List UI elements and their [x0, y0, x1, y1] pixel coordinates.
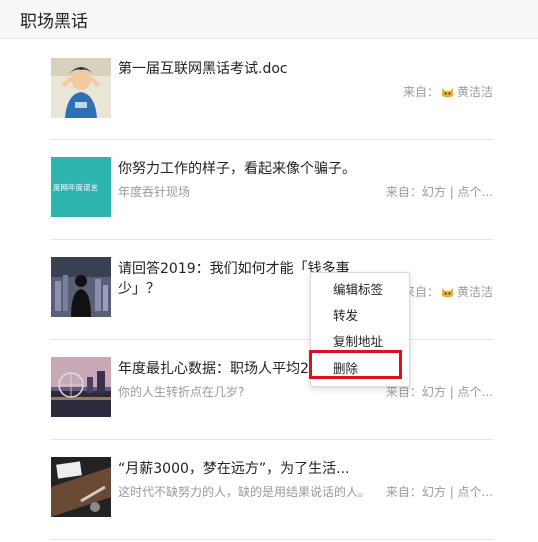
item-thumbnail — [51, 257, 111, 317]
source-name[interactable]: 幻方 | 点个... — [422, 385, 493, 399]
item-thumbnail — [51, 357, 111, 417]
item-subtitle: 这时代不缺努力的人，缺的是用结果说话的人。 — [118, 485, 371, 499]
item-thumbnail — [51, 457, 111, 517]
item-source: 来自： 黄洁洁 — [403, 83, 493, 100]
list-item[interactable]: 度网年度谎言 你努力工作的样子，看起来像个骗子。 年度吞针现场 来自：幻方 | … — [50, 139, 493, 240]
source-name[interactable]: 幻方 | 点个... — [422, 185, 493, 199]
thumbnail-text: 度网年度谎言 — [53, 183, 98, 192]
context-menu: 编辑标签 转发 复制地址 删除 — [310, 272, 410, 387]
item-title[interactable]: “月薪3000，梦在远方”，为了生活... — [118, 459, 350, 479]
list-item[interactable]: 请回答2019：我们如何才能「钱多事少」？ 来自： 黄洁洁 — [50, 239, 493, 340]
item-title[interactable]: 你努力工作的样子，看起来像个骗子。 — [118, 159, 356, 179]
source-label: 来自： — [385, 185, 422, 199]
menu-item-edit-tags[interactable]: 编辑标签 — [311, 277, 409, 303]
item-subtitle: 你的人生转折点在几岁? — [118, 385, 245, 399]
item-source: 来自：幻方 | 点个... — [386, 183, 493, 200]
cat-avatar-icon — [441, 288, 453, 298]
source-label: 来自： — [385, 485, 422, 499]
menu-item-copy-address[interactable]: 复制地址 — [311, 329, 409, 355]
source-name[interactable]: 黄洁洁 — [457, 85, 493, 99]
item-title[interactable]: 年度最扎心数据：职场人平均2 — [118, 359, 309, 379]
page-title: 职场黑话 — [20, 12, 88, 32]
item-thumbnail — [51, 58, 111, 118]
cat-avatar-icon — [441, 88, 453, 98]
item-subtitle: 年度吞针现场 — [118, 185, 191, 199]
item-thumbnail: 度网年度谎言 — [51, 157, 111, 217]
source-label: 来自： — [402, 85, 439, 99]
source-name[interactable]: 幻方 | 点个... — [422, 485, 493, 499]
item-title[interactable]: 第一届互联网黑话考试.doc — [118, 59, 288, 79]
menu-item-delete[interactable]: 删除 — [311, 356, 409, 382]
list-item[interactable]: “月薪3000，梦在远方”，为了生活... 这时代不缺努力的人，缺的是用结果说话… — [50, 439, 493, 540]
list-item[interactable]: 第一届互联网黑话考试.doc 来自： 黄洁洁 — [50, 39, 493, 140]
source-name[interactable]: 黄洁洁 — [457, 285, 493, 299]
list-item[interactable]: 年度最扎心数据：职场人平均2 你的人生转折点在几岁? 来自：幻方 | 点个... — [50, 339, 493, 440]
item-source: 来自：幻方 | 点个... — [386, 483, 493, 500]
menu-item-forward[interactable]: 转发 — [311, 303, 409, 329]
header-bar: 职场黑话 — [0, 0, 538, 39]
item-source: 来自： 黄洁洁 — [403, 283, 493, 300]
source-label: 来自： — [385, 385, 422, 399]
